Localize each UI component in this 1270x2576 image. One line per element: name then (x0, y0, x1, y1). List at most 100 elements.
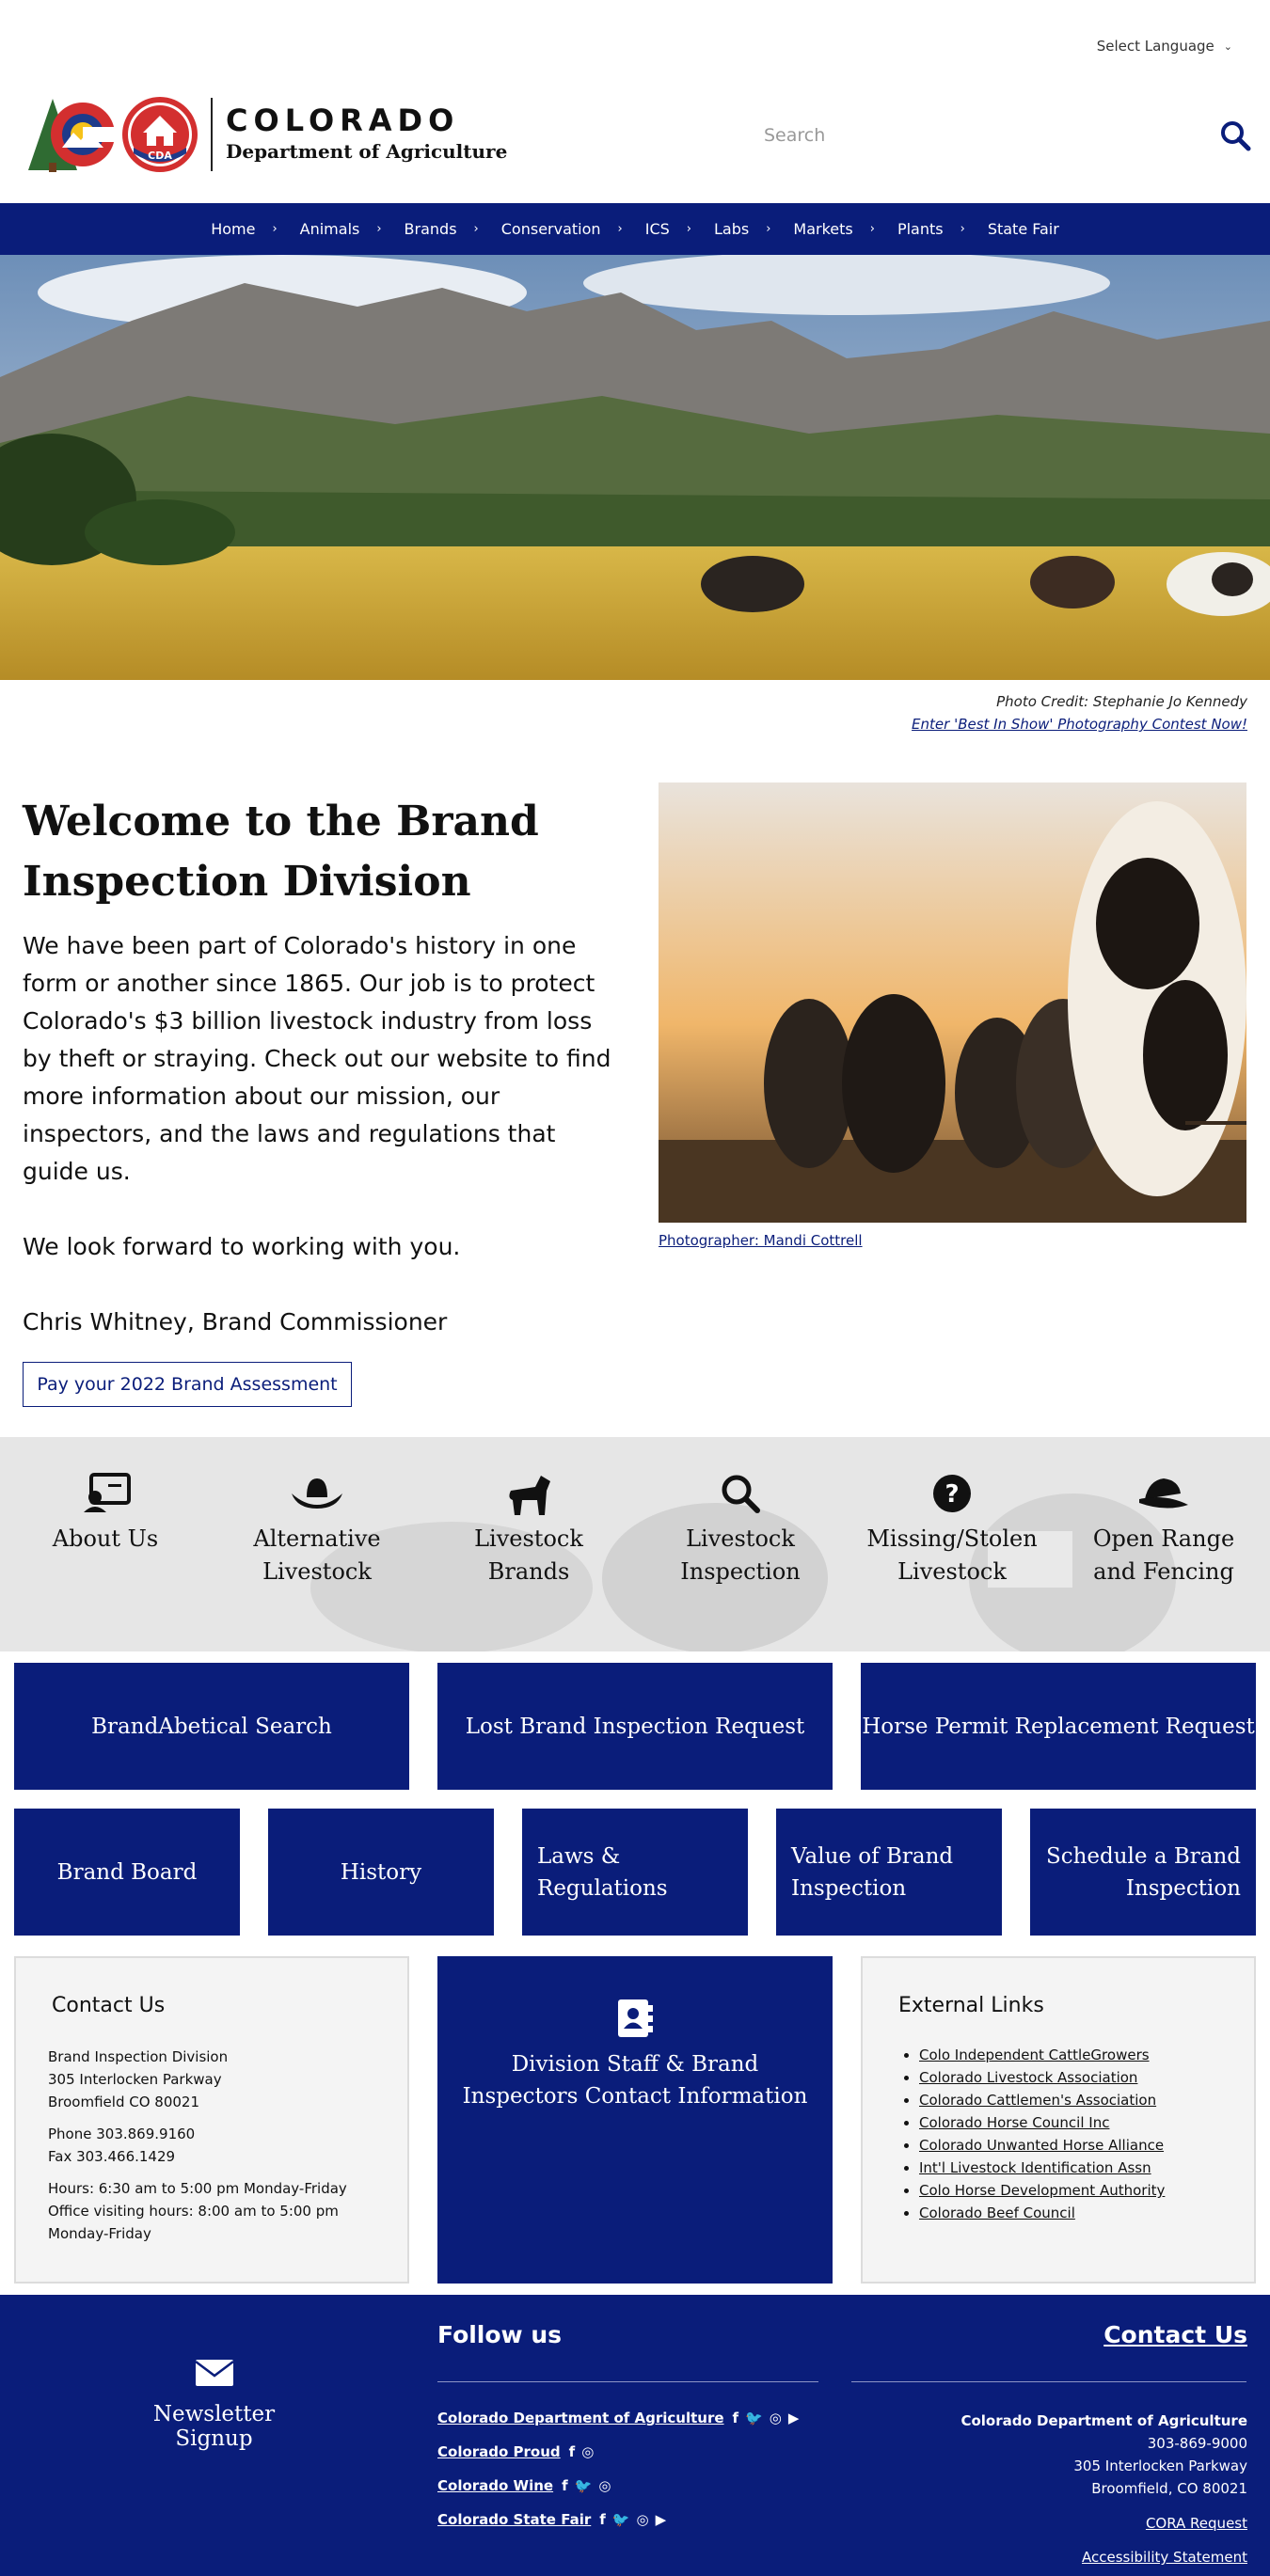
nav-item-label: ICS (644, 220, 670, 238)
social-row-cda: Colorado Department of Agriculture f 🐦 ◎… (437, 2410, 799, 2426)
address-book-icon (618, 1999, 653, 2037)
band-item-missing-stolen[interactable]: ? Missing/Stolen Livestock (858, 1470, 1046, 1588)
mountain-landscape-image (0, 255, 1270, 680)
footer-city: Broomfield, CO 80021 (1091, 2480, 1247, 2497)
band-item-about-us[interactable]: About Us (11, 1470, 199, 1556)
external-link[interactable]: Colorado Cattlemen's Association (919, 2089, 1254, 2111)
brandabetical-search-button[interactable]: BrandAbetical Search (14, 1663, 409, 1790)
photo-credit-text: Photo Credit: Stephanie Jo Kennedy (996, 693, 1247, 710)
external-link[interactable]: Colo Horse Development Authority (919, 2179, 1254, 2202)
footer-contact-link[interactable]: Contact Us (1103, 2321, 1247, 2348)
cattle-sunset-image (659, 782, 1246, 1223)
nav-item-state-fair[interactable]: State Fair (988, 220, 1059, 238)
instagram-icon[interactable]: ◎ (770, 2410, 782, 2426)
facebook-icon[interactable]: f (562, 2477, 568, 2494)
social-name[interactable]: Colorado Wine (437, 2477, 553, 2494)
social-row-colorado-proud: Colorado Proud f ◎ (437, 2443, 594, 2460)
footer-divider (437, 2381, 818, 2382)
instagram-icon[interactable]: ◎ (581, 2443, 594, 2460)
contact-box: Contact Us Brand Inspection Division 305… (14, 1956, 409, 2284)
chevron-right-icon: › (617, 222, 623, 236)
logo-text: COLORADO Department of Agriculture (226, 103, 507, 166)
chevron-down-icon: ⌄ (1223, 40, 1232, 53)
cda-seal-icon: CDA (122, 97, 198, 172)
brand-board-button[interactable]: Brand Board (14, 1809, 240, 1936)
footer-street: 305 Interlocken Parkway (1073, 2457, 1247, 2474)
site-logo[interactable]: CDA COLORADO Department of Agriculture (26, 92, 507, 177)
welcome-paragraph: We have been part of Colorado's history … (23, 932, 611, 1185)
nav-item-animals[interactable]: Animals › (300, 220, 382, 238)
chevron-right-icon: › (272, 222, 278, 236)
external-links-list: Colo Independent CattleGrowers Colorado … (919, 2044, 1254, 2224)
nav-item-label: Markets (793, 220, 853, 238)
band-item-alternative-livestock[interactable]: Alternative Livestock (223, 1470, 411, 1588)
contest-link[interactable]: Enter 'Best In Show' Photography Contest… (912, 713, 1247, 735)
value-brand-inspection-label: Value of Brand Inspection (791, 1843, 954, 1901)
envelope-icon (194, 2360, 234, 2386)
newsletter-signup-button[interactable]: Newsletter Signup (113, 2359, 315, 2451)
page-title: Welcome to the Brand Inspection Division (23, 798, 539, 906)
social-name[interactable]: Colorado Department of Agriculture (437, 2410, 724, 2426)
twitter-icon[interactable]: 🐦 (575, 2477, 593, 2494)
chevron-right-icon: › (686, 222, 691, 236)
nav-item-label: Conservation (500, 220, 601, 238)
band-item-livestock-brands[interactable]: Livestock Brands (435, 1470, 623, 1588)
social-name[interactable]: Colorado Proud (437, 2443, 561, 2460)
social-name[interactable]: Colorado State Fair (437, 2511, 591, 2528)
band-label-missing-stolen: Missing/Stolen Livestock (866, 1525, 1038, 1585)
language-selector[interactable]: Select Language ⌄ (1097, 38, 1232, 55)
address-line: Brand Inspection Division (48, 2048, 229, 2065)
external-link[interactable]: Colorado Horse Council Inc (919, 2111, 1254, 2134)
band-label-livestock-inspection: Livestock Inspection (680, 1525, 801, 1585)
nav-item-label: State Fair (987, 220, 1059, 238)
external-links-title: External Links (898, 1994, 1044, 2017)
instagram-icon[interactable]: ◎ (598, 2477, 611, 2494)
chevron-right-icon: › (376, 222, 382, 236)
facebook-icon[interactable]: f (599, 2511, 606, 2528)
staff-contact-button[interactable]: Division Staff & Brand Inspectors Contac… (437, 1956, 833, 2284)
nav-item-markets[interactable]: Markets › (793, 220, 875, 238)
youtube-icon[interactable]: ▶ (788, 2410, 800, 2426)
nav-item-ics[interactable]: ICS › (645, 220, 691, 238)
search-input[interactable]: Search (753, 125, 1219, 146)
schedule-inspection-button[interactable]: Schedule a Brand Inspection (1030, 1809, 1256, 1936)
cora-request-link[interactable]: CORA Request (1146, 2515, 1247, 2532)
pay-assessment-button[interactable]: Pay your 2022 Brand Assessment (23, 1362, 352, 1407)
external-link[interactable]: Colorado Unwanted Horse Alliance (919, 2134, 1254, 2157)
history-button[interactable]: History (268, 1809, 494, 1936)
external-link[interactable]: Colo Independent CattleGrowers (919, 2044, 1254, 2066)
lost-brand-inspection-button[interactable]: Lost Brand Inspection Request (437, 1663, 833, 1790)
facebook-icon[interactable]: f (733, 2410, 739, 2426)
accessibility-link[interactable]: Accessibility Statement (1082, 2549, 1247, 2566)
nav-item-plants[interactable]: Plants › (897, 220, 965, 238)
band-item-open-range[interactable]: Open Range and Fencing (1070, 1470, 1258, 1588)
nav-item-home[interactable]: Home › (211, 220, 277, 238)
external-link[interactable]: Colorado Beef Council (919, 2202, 1254, 2224)
phone-line: Phone 303.869.9160 (48, 2126, 196, 2142)
external-link[interactable]: Colorado Livestock Association (919, 2066, 1254, 2089)
external-link[interactable]: Int'l Livestock Identification Assn (919, 2157, 1254, 2179)
band-item-livestock-inspection[interactable]: Livestock Inspection (646, 1470, 834, 1588)
photo-caption[interactable]: Photographer: Mandi Cottrell (659, 1232, 863, 1249)
social-row-state-fair: Colorado State Fair f 🐦 ◎ ▶ (437, 2511, 666, 2528)
horse-permit-replacement-button[interactable]: Horse Permit Replacement Request (861, 1663, 1256, 1790)
value-brand-inspection-button[interactable]: Value of Brand Inspection (776, 1809, 1002, 1936)
instagram-icon[interactable]: ◎ (636, 2511, 648, 2528)
cattle-photo (659, 782, 1246, 1223)
nav-item-labs[interactable]: Labs › (714, 220, 770, 238)
band-label-livestock-brands: Livestock Brands (474, 1525, 583, 1585)
nav-item-brands[interactable]: Brands › (405, 220, 479, 238)
chevron-right-icon: › (960, 222, 965, 236)
search-icon[interactable] (1219, 119, 1251, 151)
laws-regulations-button[interactable]: Laws & Regulations (522, 1809, 748, 1936)
twitter-icon[interactable]: 🐦 (745, 2410, 763, 2426)
nav-item-conservation[interactable]: Conservation › (501, 220, 623, 238)
facebook-icon[interactable]: f (569, 2443, 576, 2460)
signature: Chris Whitney, Brand Commissioner (23, 1308, 448, 1335)
social-row-colorado-wine: Colorado Wine f 🐦 ◎ (437, 2477, 611, 2494)
nav-item-label: Home (211, 220, 256, 238)
twitter-icon[interactable]: 🐦 (612, 2511, 630, 2528)
search-bar[interactable]: Search (753, 111, 1251, 160)
photo-credit: Photo Credit: Stephanie Jo Kennedy Enter… (912, 690, 1247, 735)
youtube-icon[interactable]: ▶ (656, 2511, 667, 2528)
